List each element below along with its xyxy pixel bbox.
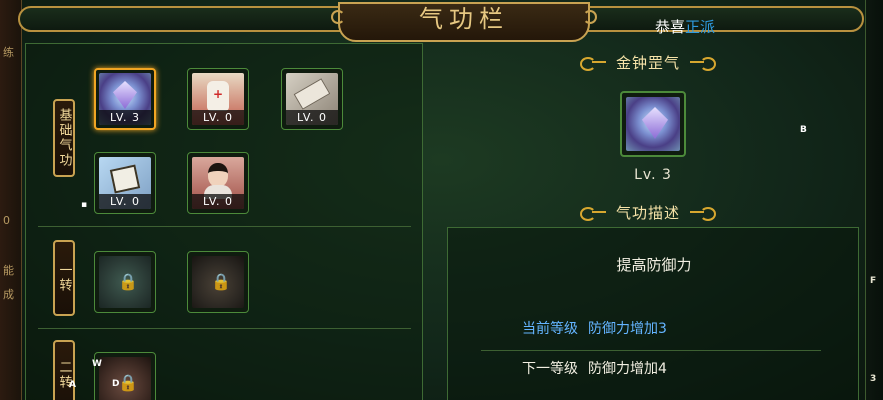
next-level-effect: 防御力增加4 [588,361,667,377]
section-label-first-turn: 一转 [53,240,75,316]
skill-description: 提高防御力 [616,256,692,274]
section-label-second-turn: 二转 [53,340,75,400]
hotkey-d: D [112,379,120,389]
skill-slot-locked[interactable]: 🔒 [94,251,156,313]
purple-diamond-icon: LV. 3 [99,73,151,125]
skill-level: LV. 0 [99,194,151,209]
left-strip-glyph: 练 [3,46,14,59]
locked-skill-art: 🔒 [99,256,151,308]
selected-skill-icon [620,91,686,157]
section-label-basic: 基础气功 [53,99,75,177]
skill-slot-locked[interactable]: 🔒 [94,352,156,400]
skill-level: LV. 0 [192,194,244,209]
hotkey-a: A [69,380,76,390]
skill-slot-3[interactable]: LV. 0 [281,68,343,130]
current-level-row: 当前等级 防御力增加3 [522,318,667,338]
skill-window: 练 0 能 成 F 3 气功栏 恭喜正派 基础气功 LV. 3 + LV. 0 … [0,0,883,400]
left-strip-glyph: 成 [3,288,14,301]
current-level-effect: 防御力增加3 [588,321,667,337]
description-heading: 气功描述 [430,201,866,223]
description-divider [481,350,821,351]
skill-level: LV. 3 [99,110,151,125]
skill-detail-panel: 金钟罡气 B Lv. 3 气功描述 提高防御力 当前等级 防御力增加3 下一等级防… [430,43,866,400]
swordsman-portrait-icon: LV. 0 [192,157,244,209]
cloud-ornament-icon [579,205,606,221]
hotkey-b: B [800,125,807,135]
box-icon: LV. 0 [99,157,151,209]
right-edge-strip: F 3 [865,0,883,400]
cloud-ornament-icon [690,55,716,69]
description-box: 提高防御力 当前等级 防御力增加3 下一等级 防御力增加4 [447,227,859,400]
skill-level: LV. 0 [192,110,244,125]
skill-list-panel: 基础气功 LV. 3 LV. 0 LV. 0 LV. 0 [25,43,423,400]
left-edge-strip: 练 0 能 成 [0,0,22,400]
medicine-bottle-icon: LV. 0 [192,73,244,125]
stray-dot: ▪ [81,200,88,210]
window-title: 气功栏 [419,4,509,33]
section-divider [38,328,411,329]
next-level-label: 下一等级 [522,361,578,377]
skill-slot-golden-bell[interactable]: LV. 3 [94,68,156,130]
skill-level: LV. 0 [286,110,338,125]
skill-slot-4[interactable]: LV. 0 [94,152,156,214]
left-strip-glyph: 0 [3,214,10,227]
skill-slot-2[interactable]: LV. 0 [187,68,249,130]
scroll-icon: LV. 0 [286,73,338,125]
locked-skill-art: 🔒 [192,256,244,308]
cloud-ornament-icon [690,205,716,219]
lock-icon: 🔒 [118,373,138,392]
selected-skill-level: Lv. 3 [634,167,672,183]
hotkey-f: F [870,276,877,286]
ornament-curl-icon [331,10,345,24]
title-plaque: 气功栏 [331,2,597,42]
purple-diamond-icon [626,97,680,151]
description-heading-text: 气功描述 [615,203,680,222]
congrats-message: 恭喜正派 [655,16,715,37]
cloud-ornament-icon [579,55,606,71]
skill-name-heading: 金钟罡气 [430,51,866,73]
skill-name: 金钟罡气 [615,53,680,72]
current-level-label: 当前等级 [522,321,578,337]
next-level-row: 下一等级 防御力增加4 [522,358,667,378]
congrats-faction[interactable]: 正派 [685,18,715,36]
left-strip-glyph: 能 [3,264,14,277]
hotkey-3: 3 [870,374,877,384]
skill-slot-5[interactable]: LV. 0 [187,152,249,214]
title-bar: 气功栏 恭喜正派 [18,2,864,42]
congrats-prefix: 恭喜 [655,18,686,36]
lock-icon: 🔒 [118,272,138,291]
section-divider [38,226,411,227]
hotkey-w: W [92,359,102,369]
lock-icon: 🔒 [211,272,231,291]
locked-skill-art: 🔒 [99,357,151,400]
ornament-curl-icon [583,10,597,24]
skill-slot-locked[interactable]: 🔒 [187,251,249,313]
